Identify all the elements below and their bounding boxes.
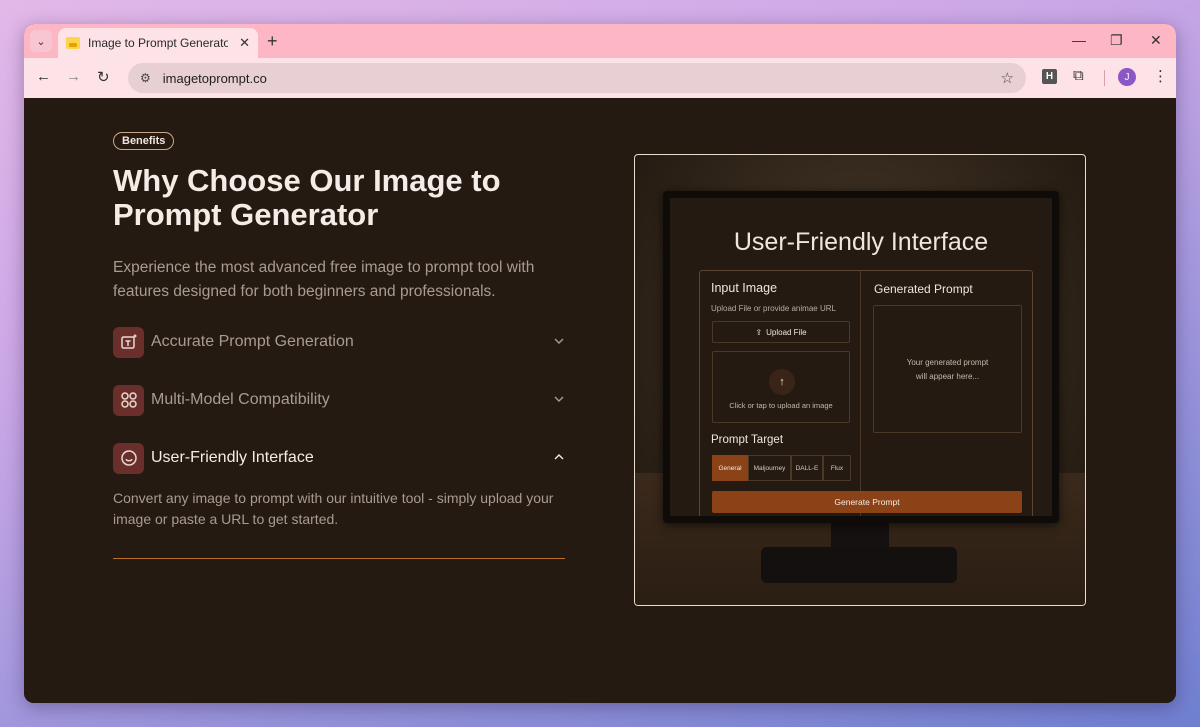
placeholder-line-2: will appear here... xyxy=(915,372,980,381)
back-button[interactable]: ← xyxy=(36,68,51,85)
target-maljourney: Maljourney xyxy=(748,455,791,481)
active-tab[interactable]: Image to Prompt Generator | Tu ✕ xyxy=(58,28,258,58)
monitor-base xyxy=(761,547,957,583)
extension-h-icon[interactable]: H xyxy=(1042,69,1057,84)
accordion-description: Convert any image to prompt with our int… xyxy=(113,490,554,527)
placeholder-line-1: Your generated prompt xyxy=(906,358,989,367)
forward-button[interactable]: → xyxy=(66,68,81,85)
smile-icon xyxy=(113,442,144,474)
generate-prompt-button: Generate Prompt xyxy=(712,491,1022,513)
browser-menu-icon[interactable]: ⋮ xyxy=(1153,67,1168,85)
feature-illustration: User-Friendly Interface Input Image Uplo… xyxy=(634,154,1086,606)
extensions-puzzle-icon[interactable]: ⧉ xyxy=(1073,67,1084,84)
text-sparkle-icon xyxy=(113,326,144,358)
profile-avatar[interactable]: J xyxy=(1118,68,1136,86)
restore-button[interactable]: ❐ xyxy=(1110,32,1123,49)
url-text: imagetoprompt.co xyxy=(162,70,267,86)
accordion-label: User-Friendly Interface xyxy=(151,449,314,466)
prompt-target-options: General Maljourney DALL-E Flux xyxy=(712,455,851,481)
minimize-button[interactable]: — xyxy=(1072,32,1086,48)
chevron-up-icon xyxy=(553,452,565,464)
browser-toolbar: ← → ↻ ⚙ imagetoprompt.co ☆ H ⧉ J ⋮ xyxy=(24,58,1176,98)
panel-divider xyxy=(860,271,861,516)
upload-file-label: Upload File xyxy=(766,327,807,337)
tab-favicon-icon xyxy=(66,37,80,49)
screen-tool-panel: Input Image Upload File or provide anima… xyxy=(699,270,1033,516)
tab-close-icon[interactable]: ✕ xyxy=(239,35,250,51)
accordion-label: Accurate Prompt Generation xyxy=(151,333,354,350)
upload-arrow-icon: ↑ xyxy=(769,369,795,395)
input-hint: Upload File or provide animae URL xyxy=(711,304,836,313)
toolbar-separator xyxy=(1104,70,1105,86)
bookmark-star-icon[interactable]: ☆ xyxy=(1001,69,1014,87)
monitor-screen: User-Friendly Interface Input Image Uplo… xyxy=(670,198,1052,516)
new-tab-button[interactable]: + xyxy=(267,31,278,51)
accordion-item-accurate-prompt[interactable]: Accurate Prompt Generation xyxy=(113,326,565,358)
upload-icon: ⇪ xyxy=(755,327,763,337)
target-general: General xyxy=(712,455,748,481)
screen-title: User-Friendly Interface xyxy=(733,228,989,256)
upload-file-button: ⇪ Upload File xyxy=(712,321,850,343)
accordion-divider xyxy=(113,558,565,559)
page-content: Benefits Why Choose Our Image to Prompt … xyxy=(24,98,1176,703)
grid-icon xyxy=(113,384,144,416)
tab-search-button[interactable]: ⌄ xyxy=(30,30,52,52)
generated-prompt-placeholder: Your generated prompt will appear here..… xyxy=(874,356,1021,384)
benefits-badge: Benefits xyxy=(113,132,175,150)
generated-prompt-heading: Generated Prompt xyxy=(874,282,973,296)
target-flux: Flux xyxy=(823,455,851,481)
address-bar[interactable]: ⚙ imagetoprompt.co ☆ xyxy=(128,63,1026,93)
close-window-button[interactable]: ✕ xyxy=(1150,32,1162,49)
input-image-heading: Input Image xyxy=(711,281,778,295)
site-settings-icon[interactable]: ⚙ xyxy=(140,71,151,85)
accordion-item-user-friendly[interactable]: User-Friendly Interface xyxy=(113,442,565,474)
prompt-target-heading: Prompt Target xyxy=(711,434,784,446)
page-title: Why Choose Our Image to Prompt Generator xyxy=(113,163,501,232)
accordion-label: Multi-Model Compatibility xyxy=(151,391,330,408)
target-dalle: DALL-E xyxy=(791,455,823,481)
generated-prompt-box: Your generated prompt will appear here..… xyxy=(873,305,1022,433)
monitor: User-Friendly Interface Input Image Uplo… xyxy=(663,191,1059,523)
chevron-down-icon xyxy=(553,336,565,348)
browser-window: ⌄ Image to Prompt Generator | Tu ✕ + — ❐… xyxy=(24,24,1176,703)
accordion-item-multi-model[interactable]: Multi-Model Compatibility xyxy=(113,384,565,416)
reload-button[interactable]: ↻ xyxy=(97,68,110,86)
chevron-down-icon xyxy=(553,394,565,406)
tab-title: Image to Prompt Generator | Tu xyxy=(88,36,228,50)
upload-dropzone: ↑ Click or tap to upload an image xyxy=(712,351,850,423)
tab-bar: ⌄ Image to Prompt Generator | Tu ✕ + — ❐… xyxy=(24,24,1176,58)
page-subtitle: Experience the most advanced free image … xyxy=(113,259,535,300)
dropzone-text: Click or tap to upload an image xyxy=(729,401,833,410)
